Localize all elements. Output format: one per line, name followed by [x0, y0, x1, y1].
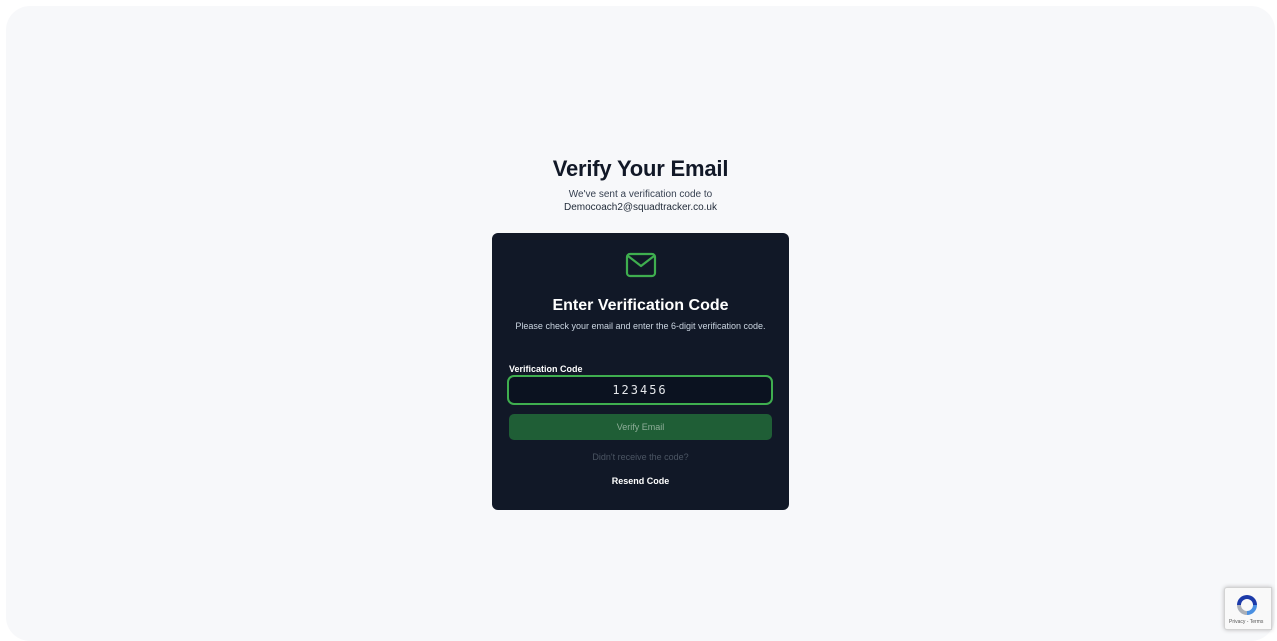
- page-header: Verify Your Email We've sent a verificat…: [6, 156, 1275, 215]
- card-description: Please check your email and enter the 6-…: [515, 321, 766, 331]
- resend-hint: Didn't receive the code?: [592, 452, 689, 462]
- email-address: Democoach2@squadtracker.co.uk: [563, 202, 717, 213]
- recaptcha-badge[interactable]: Privacy - Terms: [1224, 587, 1272, 630]
- page-background: Verify Your Email We've sent a verificat…: [6, 6, 1275, 641]
- verify-email-button[interactable]: Verify Email: [509, 414, 772, 440]
- page-title: Verify Your Email: [552, 156, 729, 181]
- verification-card: Enter Verification Code Please check you…: [492, 233, 789, 510]
- mail-icon: [625, 252, 657, 278]
- card-title: Enter Verification Code: [552, 297, 729, 314]
- recaptcha-icon: [1237, 595, 1257, 615]
- verification-code-input[interactable]: [507, 375, 773, 405]
- verification-code-label: Verification Code: [509, 364, 583, 374]
- recaptcha-links[interactable]: Privacy - Terms: [1229, 619, 1263, 626]
- verification-subtitle: We've sent a verification code to: [568, 189, 713, 200]
- resend-code-link[interactable]: Resend Code: [492, 476, 789, 487]
